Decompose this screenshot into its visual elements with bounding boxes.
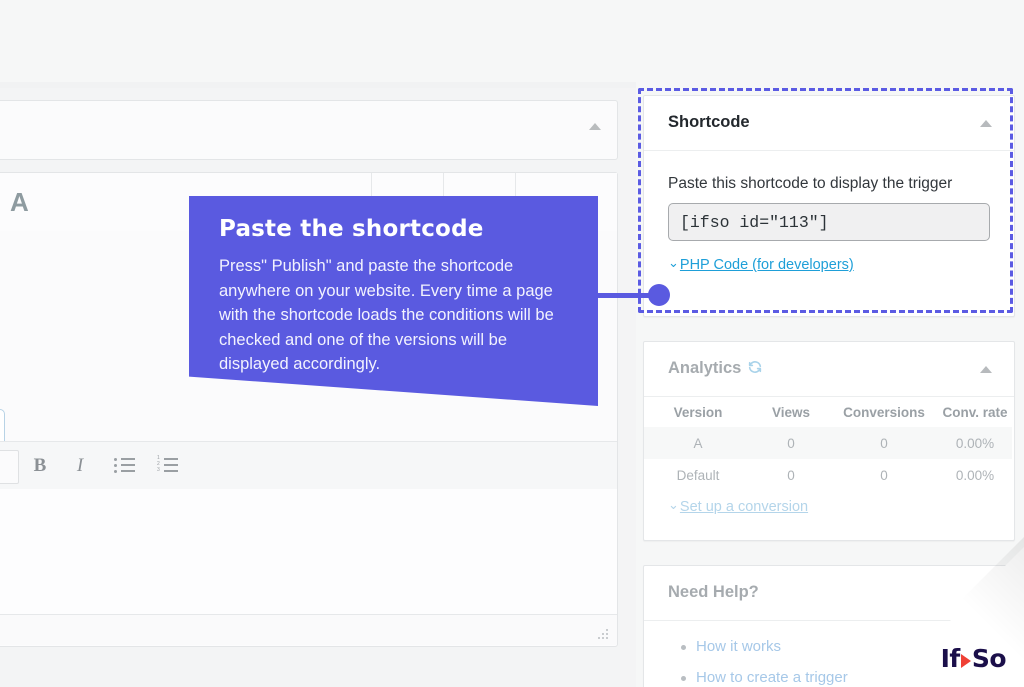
col-version: Version [673, 404, 723, 420]
need-help-link-create-trigger[interactable]: How to create a trigger [696, 669, 848, 686]
refresh-icon[interactable] [747, 359, 763, 375]
shortcode-metabox-title: Shortcode [668, 113, 750, 131]
shortcode-collapse-caret-icon[interactable] [980, 120, 992, 127]
need-help-metabox-title: Need Help? [668, 583, 759, 601]
bold-button[interactable]: B [25, 450, 55, 482]
shortcode-input[interactable] [668, 203, 990, 241]
paragraph-format-select[interactable] [0, 450, 19, 484]
setup-conversion-link[interactable]: ⌄Set up a conversion [668, 497, 809, 515]
cell-conversions: 0 [880, 467, 888, 483]
italic-button[interactable]: I [65, 450, 95, 482]
bullet-list-icon[interactable] [114, 456, 136, 474]
editor-upper-metabox [0, 100, 618, 160]
format-toolbar: B I 1 2 3 [0, 441, 617, 491]
cell-version: Default [676, 467, 720, 483]
analytics-table-header: Version Views Conversions Conv. rate [644, 397, 1012, 427]
chevron-down-icon: ⌄ [668, 255, 679, 270]
analytics-metabox: Analytics Version Views Conversions Conv… [643, 341, 1015, 541]
editor-text-canvas[interactable] [0, 489, 617, 614]
cell-conversions: 0 [880, 435, 888, 451]
cell-conv-rate: 0.00% [955, 435, 995, 451]
shortcode-metabox-header[interactable]: Shortcode [644, 96, 1014, 151]
analytics-collapse-caret-icon[interactable] [980, 366, 992, 373]
onboarding-callout: Paste the shortcode Press" Publish" and … [189, 196, 598, 406]
col-views: Views [771, 404, 811, 420]
analytics-metabox-header[interactable]: Analytics [644, 342, 1014, 397]
screenshot-stage: A B I 1 2 3 Shortcode Paste this shortco… [0, 0, 1024, 687]
chevron-down-icon: ⌄ [668, 497, 679, 512]
cell-conv-rate: 0.00% [955, 467, 995, 483]
cell-views: 0 [787, 435, 795, 451]
need-help-link-how-it-works[interactable]: How it works [696, 638, 781, 655]
shortcode-metabox: Shortcode Paste this shortcode to displa… [643, 95, 1015, 317]
col-conversions: Conversions [843, 404, 925, 420]
cell-views: 0 [787, 467, 795, 483]
play-triangle-icon [960, 654, 971, 668]
php-code-toggle-link[interactable]: ⌄PHP Code (for developers) [668, 255, 854, 273]
callout-title: Paste the shortcode [219, 216, 484, 242]
cell-version: A [693, 435, 703, 451]
numbered-list-icon[interactable]: 1 2 3 [157, 456, 179, 474]
version-tab-a[interactable]: A [10, 187, 29, 218]
callout-connector-dot [648, 284, 670, 306]
resize-handle-icon[interactable] [597, 629, 608, 640]
logo-text-so: So [971, 644, 1007, 673]
editor-statusbar [0, 614, 617, 645]
collapse-caret-icon[interactable] [589, 123, 601, 130]
col-conv-rate: Conv. rate [942, 404, 1008, 420]
logo-text-if: If [940, 644, 961, 673]
analytics-table: Version Views Conversions Conv. rate A 0… [644, 397, 1012, 491]
callout-body: Press" Publish" and paste the shortcode … [219, 257, 554, 373]
setup-conversion-label: Set up a conversion [679, 499, 809, 515]
callout-connector-line [594, 293, 652, 298]
shortcode-instruction: Paste this shortcode to display the trig… [668, 175, 953, 192]
sidebar: Shortcode Paste this shortcode to displa… [636, 0, 1024, 687]
php-code-toggle-label: PHP Code (for developers) [679, 257, 854, 273]
table-row: Default 0 0 0.00% [644, 459, 1012, 491]
ifso-logo: If So [940, 644, 1007, 673]
analytics-metabox-title: Analytics [668, 359, 742, 377]
table-row: A 0 0 0.00% [644, 427, 1012, 459]
